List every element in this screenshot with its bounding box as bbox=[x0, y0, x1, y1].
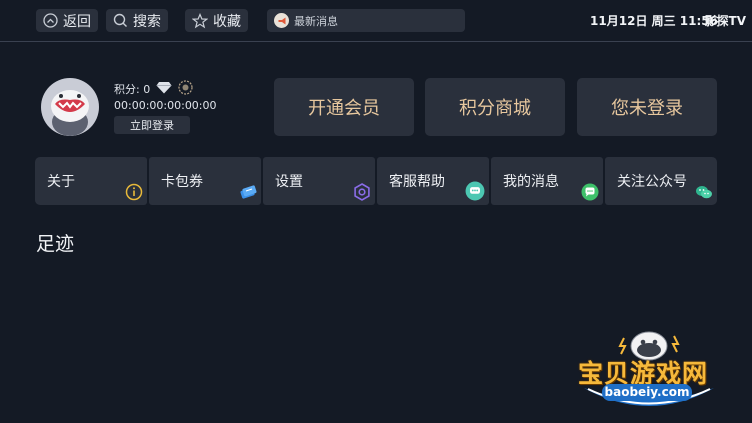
star-icon bbox=[192, 12, 208, 29]
menu-label: 关于 bbox=[47, 174, 75, 190]
news-ticker[interactable]: 最新消息 bbox=[267, 9, 465, 32]
menu-label: 关注公众号 bbox=[617, 174, 687, 190]
device-id: 00:00:00:00:00:00 bbox=[114, 99, 217, 112]
watermark-url: baobeiy.com bbox=[602, 384, 692, 401]
back-button[interactable]: 返回 bbox=[36, 9, 98, 32]
coupon-icon bbox=[240, 185, 257, 199]
diamond-icon bbox=[156, 81, 172, 97]
login-status-button[interactable]: 您未登录 bbox=[577, 78, 717, 136]
login-button[interactable]: 立即登录 bbox=[114, 116, 190, 134]
menu-item-settings[interactable]: 设置 bbox=[263, 157, 375, 205]
news-label: 最新消息 bbox=[294, 14, 338, 28]
menu-label: 客服帮助 bbox=[389, 174, 445, 190]
points-row: 积分: 0 bbox=[114, 80, 193, 98]
vip-button[interactable]: 开通会员 bbox=[274, 78, 414, 136]
avatar[interactable] bbox=[41, 78, 99, 136]
back-label: 返回 bbox=[63, 13, 91, 30]
menu-label: 设置 bbox=[275, 174, 303, 190]
menu-label: 卡包券 bbox=[161, 174, 203, 190]
avatar-face-icon bbox=[51, 90, 89, 136]
settings-icon bbox=[354, 183, 370, 201]
wechat-icon bbox=[696, 186, 712, 199]
top-bar: 返回 搜索 收藏 最新消息 11月12日 周三 11:56 影探TV bbox=[0, 0, 752, 42]
history-title: 足迹 bbox=[36, 233, 75, 255]
points-store-button[interactable]: 积分商城 bbox=[425, 78, 565, 136]
search-button[interactable]: 搜索 bbox=[106, 9, 168, 32]
menu-item-about[interactable]: 关于 bbox=[35, 157, 147, 205]
megaphone-icon bbox=[274, 13, 289, 28]
help-chat-icon bbox=[465, 181, 485, 201]
watermark: 宝贝游戏网 baobeiy.com bbox=[574, 326, 724, 418]
info-icon bbox=[125, 183, 143, 201]
menu-item-coupons[interactable]: 卡包券 bbox=[149, 157, 261, 205]
brand-name: 影探TV bbox=[704, 14, 746, 28]
search-label: 搜索 bbox=[133, 13, 161, 30]
badge-icon bbox=[178, 80, 193, 98]
favorites-button[interactable]: 收藏 bbox=[185, 9, 248, 32]
message-icon bbox=[581, 183, 599, 201]
menu-item-wechat[interactable]: 关注公众号 bbox=[605, 157, 717, 205]
search-icon bbox=[113, 13, 128, 28]
menu-label: 我的消息 bbox=[503, 174, 559, 190]
datetime: 11月12日 周三 11:56 bbox=[590, 14, 718, 28]
menu-row: 关于 卡包券 设置 客服帮助 我的消息 关注公众号 bbox=[35, 157, 717, 205]
favorites-label: 收藏 bbox=[213, 13, 241, 30]
menu-item-help[interactable]: 客服帮助 bbox=[377, 157, 489, 205]
menu-item-messages[interactable]: 我的消息 bbox=[491, 157, 603, 205]
points-value: 积分: 0 bbox=[114, 83, 151, 96]
home-icon bbox=[43, 13, 58, 28]
